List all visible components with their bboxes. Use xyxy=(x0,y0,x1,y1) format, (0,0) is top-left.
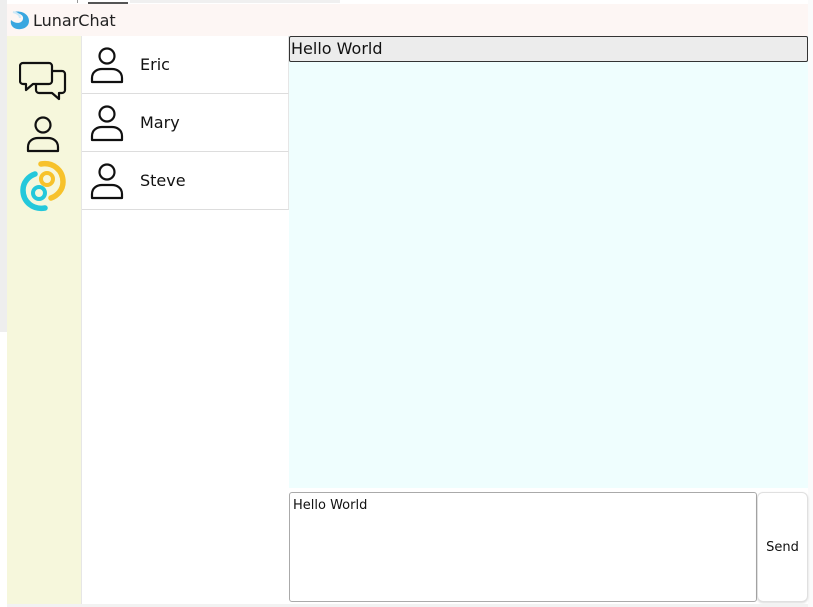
contact-item[interactable]: Eric xyxy=(82,36,289,94)
contact-item[interactable]: Mary xyxy=(82,94,289,152)
window-right-edge xyxy=(808,0,813,607)
person-icon xyxy=(90,162,124,199)
nav-about-button[interactable] xyxy=(18,160,68,212)
person-icon xyxy=(26,116,60,153)
contact-name: Steve xyxy=(140,171,186,190)
host-divider xyxy=(77,0,78,3)
app-window: LunarChat Eric Mary Steve Hello World He… xyxy=(7,4,808,604)
person-icon xyxy=(90,104,124,141)
host-topbar xyxy=(130,0,340,3)
chat-bubbles-icon xyxy=(19,61,67,101)
nav-chats-button[interactable] xyxy=(18,56,68,106)
tauri-logo-icon xyxy=(20,160,66,212)
title-bar: LunarChat xyxy=(7,4,808,36)
chat-message: Hello World xyxy=(289,36,808,62)
contact-item[interactable]: Steve xyxy=(82,152,289,210)
app-title: LunarChat xyxy=(33,10,116,30)
person-icon xyxy=(90,46,124,83)
contact-list: Eric Mary Steve xyxy=(81,36,289,604)
host-window-edge xyxy=(0,0,7,332)
chat-messages-area[interactable]: Hello World xyxy=(289,36,808,488)
send-button[interactable]: Send xyxy=(757,492,808,602)
message-input[interactable]: Hello World xyxy=(289,492,757,602)
nav-sidebar xyxy=(7,36,81,604)
nav-contacts-button[interactable] xyxy=(18,109,68,159)
contact-name: Mary xyxy=(140,113,180,132)
app-logo-icon xyxy=(10,11,29,30)
contact-name: Eric xyxy=(140,55,170,74)
